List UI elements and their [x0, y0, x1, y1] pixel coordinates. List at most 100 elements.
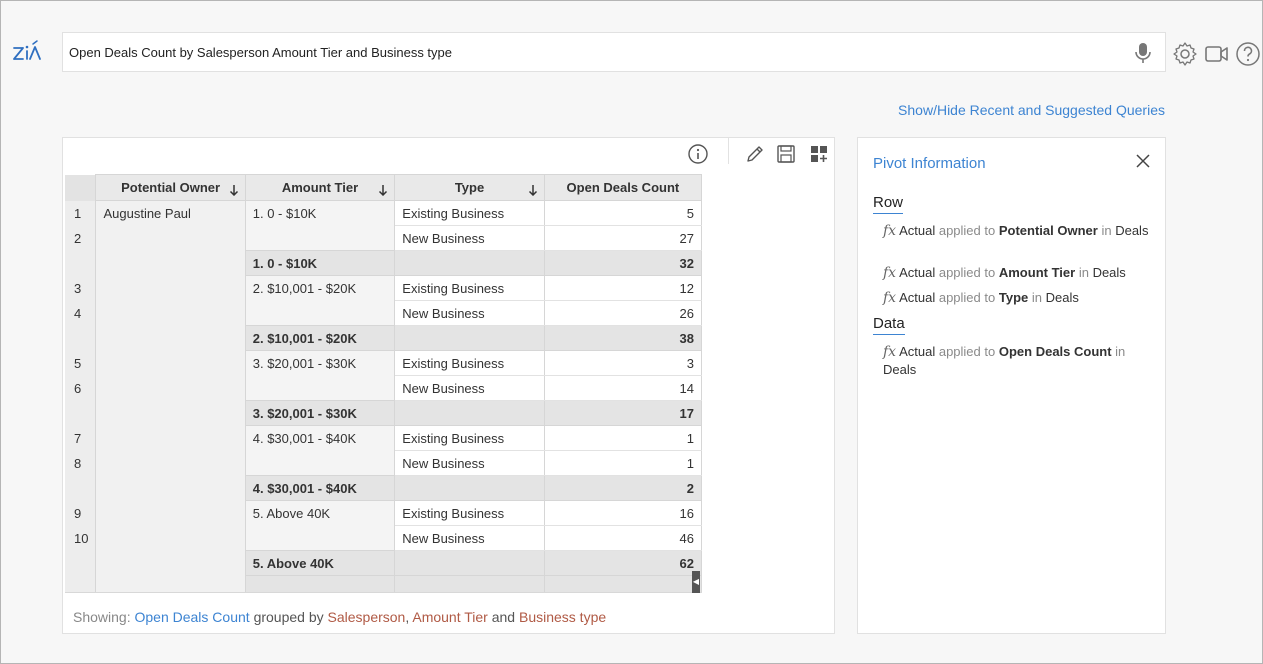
amount-tier-cell: [244, 375, 396, 401]
close-icon[interactable]: [1135, 153, 1151, 169]
row-number: 5: [65, 350, 96, 376]
type-cell: [394, 575, 545, 592]
subtotal-value: 17: [543, 400, 702, 426]
row-number: [65, 250, 96, 276]
zia-logo-icon: [13, 40, 41, 60]
subtotal-label: 1. 0 - $10K: [244, 250, 396, 276]
row-number: [65, 575, 96, 592]
subtotal-type-cell: [394, 400, 545, 426]
column-header-type[interactable]: Type: [394, 174, 545, 201]
subtotal-type-cell: [394, 325, 545, 351]
type-cell: Existing Business: [394, 275, 545, 301]
pivot-row-item: fx Actual applied to Potential Owner in D…: [883, 223, 1149, 239]
row-number: 6: [65, 375, 96, 401]
subtotal-type-cell: [394, 250, 545, 276]
showing-prefix: Showing:: [73, 609, 131, 625]
count-cell: 3: [543, 350, 702, 376]
amount-tier-cell: [244, 525, 396, 551]
sort-arrow-down-icon[interactable]: [229, 184, 239, 196]
data-section-heading: Data: [873, 315, 905, 335]
amount-tier-cell: 2. $10,001 - $20K: [244, 275, 396, 301]
row-number: 10: [65, 525, 96, 551]
count-cell: 14: [543, 375, 702, 401]
sort-arrow-down-icon[interactable]: [528, 184, 538, 196]
showing-measure: Open Deals Count: [134, 609, 250, 625]
type-cell: Existing Business: [394, 500, 545, 526]
type-cell: New Business: [394, 375, 545, 401]
showing-summary: Showing: Open Deals Count grouped by Sal…: [73, 609, 606, 625]
column-header-open-deals-count[interactable]: Open Deals Count: [543, 174, 702, 201]
save-icon[interactable]: [775, 143, 797, 165]
amount-tier-cell: 4. $30,001 - $40K: [244, 425, 396, 451]
row-number: [65, 400, 96, 426]
subtotal-value: 62: [543, 550, 702, 576]
count-cell: [543, 575, 702, 592]
amount-tier-cell: [244, 450, 396, 476]
amount-tier-cell: 3. $20,001 - $30K: [244, 350, 396, 376]
table-row: 1 Augustine Paul 1. 0 - $10K Existing Bu…: [65, 200, 702, 592]
count-cell: 26: [543, 300, 702, 326]
count-cell: 27: [543, 225, 702, 251]
query-input[interactable]: Open Deals Count by Salesperson Amount T…: [69, 45, 452, 60]
row-number: 2: [65, 225, 96, 251]
showing-dimension-salesperson: Salesperson: [327, 609, 406, 625]
row-number: 1: [65, 200, 96, 226]
type-cell: New Business: [394, 300, 545, 326]
type-cell: Existing Business: [394, 350, 545, 376]
column-header-potential-owner[interactable]: Potential Owner: [95, 174, 246, 201]
collapse-handle-icon[interactable]: ◀: [692, 571, 700, 593]
showing-grouped-by: grouped by: [253, 609, 324, 625]
type-cell: Existing Business: [394, 425, 545, 451]
subtotal-value: 38: [543, 325, 702, 351]
sort-arrow-down-icon[interactable]: [378, 184, 388, 196]
type-cell: New Business: [394, 525, 545, 551]
function-icon: fx: [883, 223, 897, 239]
showing-dimension-business-type: Business type: [518, 609, 607, 625]
row-section-heading: Row: [873, 194, 904, 214]
owner-cell: Augustine Paul: [95, 200, 246, 592]
subtotal-value: 32: [543, 250, 702, 276]
function-icon: fx: [883, 290, 897, 306]
video-camera-icon[interactable]: [1204, 41, 1230, 67]
showing-separator: ,: [405, 609, 410, 625]
amount-tier-cell: 1. 0 - $10K: [244, 200, 396, 226]
row-number: 8: [65, 450, 96, 476]
gear-icon[interactable]: [1172, 41, 1198, 67]
pivot-table-container[interactable]: Potential Owner Amount Tier Type Open De…: [65, 174, 702, 593]
column-header-label: Open Deals Count: [566, 180, 680, 195]
pivot-row-item: fx Actual applied to Amount Tier in Deals: [883, 265, 1126, 281]
column-header-label: Type: [454, 180, 485, 195]
row-number: [65, 475, 96, 501]
function-icon: fx: [883, 344, 897, 360]
column-header-label: Potential Owner: [121, 180, 221, 195]
pivot-information-panel: Pivot Information Row fx Actual applied t…: [857, 137, 1166, 634]
count-cell: 1: [543, 425, 702, 451]
amount-tier-cell: [244, 300, 396, 326]
count-cell: 5: [543, 200, 702, 226]
amount-tier-cell: 5. Above 40K: [244, 500, 396, 526]
add-to-dashboard-icon[interactable]: [808, 143, 830, 165]
row-number: [65, 550, 96, 576]
subtotal-label: 3. $20,001 - $30K: [244, 400, 396, 426]
info-icon[interactable]: [687, 143, 709, 165]
show-hide-suggestions-link[interactable]: Show/Hide Recent and Suggested Queries: [898, 102, 1165, 118]
amount-tier-cell: [244, 225, 396, 251]
subtotal-label: 4. $30,001 - $40K: [244, 475, 396, 501]
type-cell: New Business: [394, 450, 545, 476]
row-number: 7: [65, 425, 96, 451]
subtotal-type-cell: [394, 550, 545, 576]
subtotal-label: 2. $10,001 - $20K: [244, 325, 396, 351]
microphone-icon[interactable]: [1133, 41, 1153, 65]
row-number: [65, 325, 96, 351]
pencil-icon[interactable]: [744, 143, 766, 165]
query-bar[interactable]: Open Deals Count by Salesperson Amount T…: [62, 32, 1166, 72]
showing-dimension-amount-tier: Amount Tier: [412, 609, 488, 625]
pivot-table: Potential Owner Amount Tier Type Open De…: [65, 174, 702, 592]
type-cell: New Business: [394, 225, 545, 251]
pivot-row-item: fx Actual applied to Type in Deals: [883, 290, 1079, 306]
column-header-amount-tier[interactable]: Amount Tier: [244, 174, 396, 201]
function-icon: fx: [883, 265, 897, 281]
count-cell: 46: [543, 525, 702, 551]
toolbar-divider: [728, 138, 729, 164]
help-icon[interactable]: [1235, 41, 1261, 67]
